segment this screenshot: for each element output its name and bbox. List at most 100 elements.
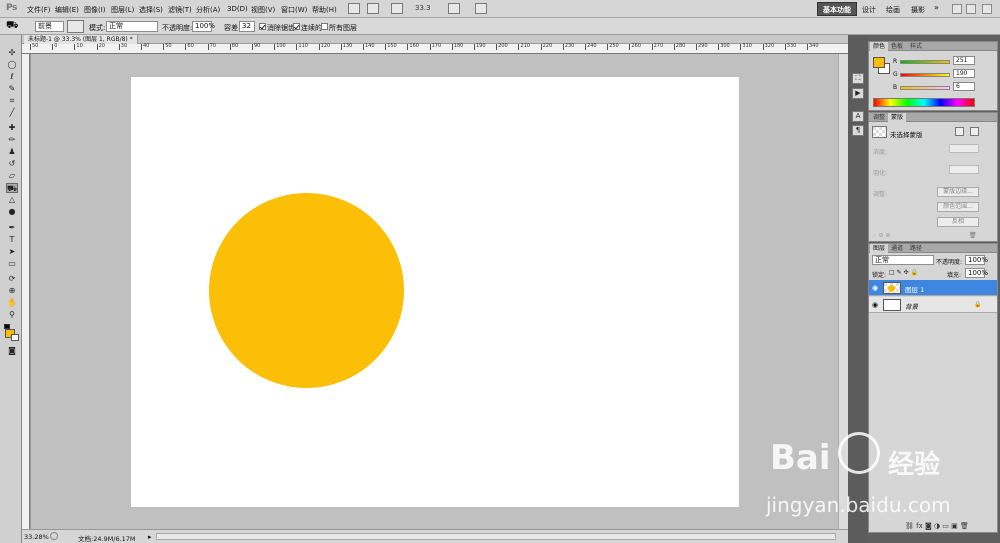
- quick-mask-icon[interactable]: ◙: [6, 346, 18, 356]
- clone-stamp-tool-icon[interactable]: ♟: [6, 147, 18, 157]
- menu-edit[interactable]: 编辑(E): [55, 5, 79, 15]
- background-color-swatch[interactable]: [11, 334, 19, 341]
- screen-mode-icon[interactable]: [475, 3, 487, 14]
- workspace-painting-button[interactable]: 绘画: [880, 2, 906, 16]
- actions-panel-icon[interactable]: ▶: [852, 88, 864, 99]
- eye-icon[interactable]: ◉: [872, 284, 878, 292]
- view-extras-icon[interactable]: [391, 3, 403, 14]
- layers-footer-icons[interactable]: ⛓ fx ◙ ◑ ▭ ▣ 🗑: [905, 522, 969, 530]
- brush-tool-icon[interactable]: ✏: [6, 135, 18, 145]
- path-select-tool-icon[interactable]: ➤: [6, 247, 18, 257]
- menu-file[interactable]: 文件(F): [27, 5, 51, 15]
- mask-footer-icons[interactable]: ◦ ⊘ ⊚: [873, 232, 890, 239]
- tolerance-input[interactable]: 32: [239, 21, 255, 32]
- g-slider[interactable]: [900, 73, 950, 77]
- tab-layers[interactable]: 图层: [870, 244, 889, 253]
- type-tool-icon[interactable]: T: [6, 235, 18, 245]
- tab-adjustments[interactable]: 调整: [870, 113, 888, 122]
- layer1-name[interactable]: 图层 1: [905, 284, 924, 294]
- color-spectrum-ramp[interactable]: [873, 98, 975, 107]
- healing-brush-tool-icon[interactable]: ✚: [6, 123, 18, 133]
- quick-select-tool-icon[interactable]: ✎: [6, 84, 18, 94]
- menu-window[interactable]: 窗口(W): [281, 5, 307, 15]
- eyedropper-tool-icon[interactable]: ╱: [6, 108, 18, 118]
- layer-row-background[interactable]: ◉ 背景 🔒: [869, 297, 997, 313]
- marquee-tool-icon[interactable]: ◯: [6, 60, 18, 70]
- background-layer-name[interactable]: 背景: [905, 301, 918, 311]
- density-input[interactable]: [949, 144, 979, 153]
- delete-mask-icon[interactable]: 🗑: [969, 232, 977, 239]
- layer-opacity-input[interactable]: 100%: [965, 255, 988, 265]
- pixel-mask-icon[interactable]: [955, 127, 964, 136]
- pattern-picker[interactable]: [67, 20, 84, 33]
- document-canvas[interactable]: [131, 77, 739, 507]
- blur-tool-icon[interactable]: △: [6, 195, 18, 205]
- shape-tool-icon[interactable]: ▭: [6, 259, 18, 269]
- workspace-essentials-button[interactable]: 基本功能: [817, 2, 857, 16]
- tab-color[interactable]: 颜色: [870, 42, 889, 51]
- menu-filter[interactable]: 滤镜(T): [168, 5, 192, 15]
- opacity-input[interactable]: 100%: [192, 21, 215, 32]
- antialias-checkbox[interactable]: [259, 23, 266, 30]
- menu-3d[interactable]: 3D(D): [227, 5, 248, 13]
- mask-edge-button[interactable]: 蒙版边缘...: [937, 187, 979, 197]
- mini-bridge-icon[interactable]: [367, 3, 379, 14]
- tab-styles[interactable]: 样式: [907, 42, 925, 51]
- status-info-icon[interactable]: [50, 532, 58, 540]
- menu-help[interactable]: 帮助(H): [312, 5, 337, 15]
- maximize-icon[interactable]: [966, 4, 976, 14]
- workspace-photography-button[interactable]: 摄影: [905, 2, 931, 16]
- move-tool-icon[interactable]: ✣: [6, 48, 18, 58]
- contiguous-checkbox[interactable]: [293, 23, 300, 30]
- blend-mode-select[interactable]: 正常: [872, 255, 934, 265]
- tab-swatches[interactable]: 色板: [888, 42, 906, 51]
- tab-paths[interactable]: 路径: [907, 244, 925, 253]
- more-workspaces-icon[interactable]: »: [934, 3, 939, 12]
- menu-image[interactable]: 图像(I): [84, 5, 106, 15]
- bridge-icon[interactable]: [348, 3, 360, 14]
- mode-select[interactable]: 正常: [106, 21, 158, 32]
- lock-icons[interactable]: □ ✎ ✣ 🔒: [889, 269, 918, 276]
- color-foreground-swatch[interactable]: [873, 57, 885, 68]
- r-slider[interactable]: [900, 60, 950, 64]
- menu-layer[interactable]: 图层(L): [111, 5, 134, 15]
- paragraph-panel-icon[interactable]: ¶: [852, 125, 864, 136]
- menu-view[interactable]: 视图(V): [251, 5, 275, 15]
- 3d-rotate-tool-icon[interactable]: ⟳: [6, 274, 18, 284]
- arrange-documents-icon[interactable]: [448, 3, 460, 14]
- eye-icon[interactable]: ◉: [872, 301, 878, 309]
- 3d-orbit-tool-icon[interactable]: ⊕: [6, 286, 18, 296]
- vector-mask-icon[interactable]: [970, 127, 979, 136]
- paint-bucket-tool-icon[interactable]: ⛟: [6, 20, 19, 33]
- zoom-level-select[interactable]: 33.3: [415, 4, 431, 12]
- character-panel-icon[interactable]: A: [852, 111, 864, 122]
- fill-input[interactable]: 100%: [965, 268, 988, 278]
- zoom-tool-icon[interactable]: ⚲: [6, 310, 18, 320]
- yellow-circle-shape[interactable]: [209, 193, 404, 388]
- status-arrow-icon[interactable]: ▸: [148, 533, 152, 541]
- crop-tool-icon[interactable]: ⌗: [6, 96, 18, 106]
- menu-analysis[interactable]: 分析(A): [196, 5, 220, 15]
- invert-button[interactable]: 反相: [937, 217, 979, 227]
- fill-source-select[interactable]: 前景: [35, 21, 64, 32]
- history-brush-tool-icon[interactable]: ↺: [6, 159, 18, 169]
- b-slider[interactable]: [900, 86, 950, 90]
- horizontal-scrollbar[interactable]: [156, 533, 836, 540]
- tab-masks[interactable]: 蒙版: [888, 113, 907, 122]
- status-zoom[interactable]: 33.28%: [24, 533, 49, 541]
- close-icon[interactable]: [982, 4, 992, 14]
- history-panel-icon[interactable]: ⛶: [852, 73, 864, 84]
- dodge-tool-icon[interactable]: ●: [6, 207, 18, 217]
- r-value-input[interactable]: 251: [953, 56, 975, 65]
- layer-row-layer1[interactable]: ◉ 图层 1: [869, 280, 997, 296]
- color-range-button[interactable]: 颜色范围...: [937, 202, 979, 212]
- hand-tool-icon[interactable]: ✋: [6, 298, 18, 308]
- g-value-input[interactable]: 190: [953, 69, 975, 78]
- paint-bucket-tool-icon[interactable]: ⛟: [6, 183, 18, 193]
- workspace-design-button[interactable]: 设计: [856, 2, 882, 16]
- menu-select[interactable]: 选择(S): [139, 5, 163, 15]
- eraser-tool-icon[interactable]: ▱: [6, 171, 18, 181]
- lasso-tool-icon[interactable]: ℓ: [6, 72, 18, 82]
- pen-tool-icon[interactable]: ✒: [6, 223, 18, 233]
- tab-channels[interactable]: 通道: [888, 244, 906, 253]
